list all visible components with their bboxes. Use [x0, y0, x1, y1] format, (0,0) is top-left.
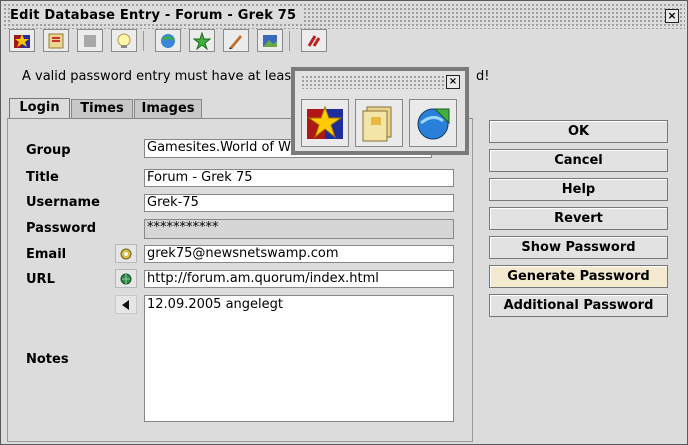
- edit-entry-window: Edit Database Entry - Forum - Grek 75 ×: [0, 0, 688, 445]
- popup-globe-arrow-icon[interactable]: [409, 99, 457, 147]
- show-password-button[interactable]: Show Password: [489, 236, 668, 259]
- info-text-right: d!: [476, 69, 490, 84]
- map-book-icon[interactable]: [43, 29, 69, 52]
- info-message: A valid password entry must have at leas…: [22, 69, 489, 84]
- pen-icon[interactable]: [223, 29, 249, 52]
- image-icon[interactable]: [257, 29, 283, 52]
- star-new-icon[interactable]: [189, 29, 215, 52]
- notes-label: Notes: [26, 352, 69, 367]
- icon-chooser-popup: ×: [291, 67, 469, 155]
- tab-login[interactable]: Login: [9, 98, 70, 119]
- username-input[interactable]: Grek-75: [144, 194, 454, 212]
- globe-refresh-icon[interactable]: [155, 29, 181, 52]
- mail-icon: [120, 248, 132, 259]
- url-label: URL: [26, 272, 55, 287]
- cancel-button[interactable]: Cancel: [489, 149, 668, 172]
- triangle-left-icon: [122, 299, 129, 310]
- password-input[interactable]: ***********: [144, 219, 454, 239]
- title-label: Title: [26, 170, 59, 185]
- title-input[interactable]: Forum - Grek 75: [144, 169, 454, 187]
- title-bar[interactable]: Edit Database Entry - Forum - Grek 75 ×: [3, 3, 685, 29]
- email-label: Email: [26, 247, 67, 262]
- window-title: Edit Database Entry - Forum - Grek 75: [10, 8, 305, 23]
- open-url-button[interactable]: [115, 269, 137, 288]
- revert-button[interactable]: Revert: [489, 207, 668, 230]
- globe-icon: [120, 273, 132, 284]
- additional-password-button[interactable]: Additional Password: [489, 294, 668, 317]
- popup-title-bar[interactable]: [301, 75, 449, 89]
- url-input[interactable]: http://forum.am.quorum/index.html: [144, 270, 454, 288]
- exit-icon[interactable]: [301, 29, 327, 52]
- ok-button[interactable]: OK: [489, 120, 668, 143]
- password-label: Password: [26, 221, 97, 236]
- tab-images[interactable]: Images: [134, 99, 202, 118]
- group-label: Group: [26, 143, 71, 158]
- popup-close-button[interactable]: ×: [446, 75, 460, 89]
- info-text-left: A valid password entry must have at leas…: [22, 69, 304, 84]
- notes-collapse-button[interactable]: [115, 295, 137, 314]
- email-input[interactable]: grek75@newsnetswamp.com: [144, 245, 454, 263]
- lightbulb-icon[interactable]: [111, 29, 137, 52]
- star-folder-icon[interactable]: [9, 29, 35, 52]
- close-window-button[interactable]: ×: [665, 9, 679, 23]
- notes-textarea[interactable]: 12.09.2005 angelegt: [144, 295, 454, 422]
- username-label: Username: [26, 195, 100, 210]
- help-button[interactable]: Help: [489, 178, 668, 201]
- tab-times[interactable]: Times: [71, 99, 133, 118]
- generate-password-button[interactable]: Generate Password: [489, 265, 668, 288]
- disabled-icon[interactable]: [77, 29, 103, 52]
- email-send-button[interactable]: [115, 244, 137, 263]
- popup-star-folder-icon[interactable]: [301, 99, 349, 147]
- popup-documents-icon[interactable]: [355, 99, 403, 147]
